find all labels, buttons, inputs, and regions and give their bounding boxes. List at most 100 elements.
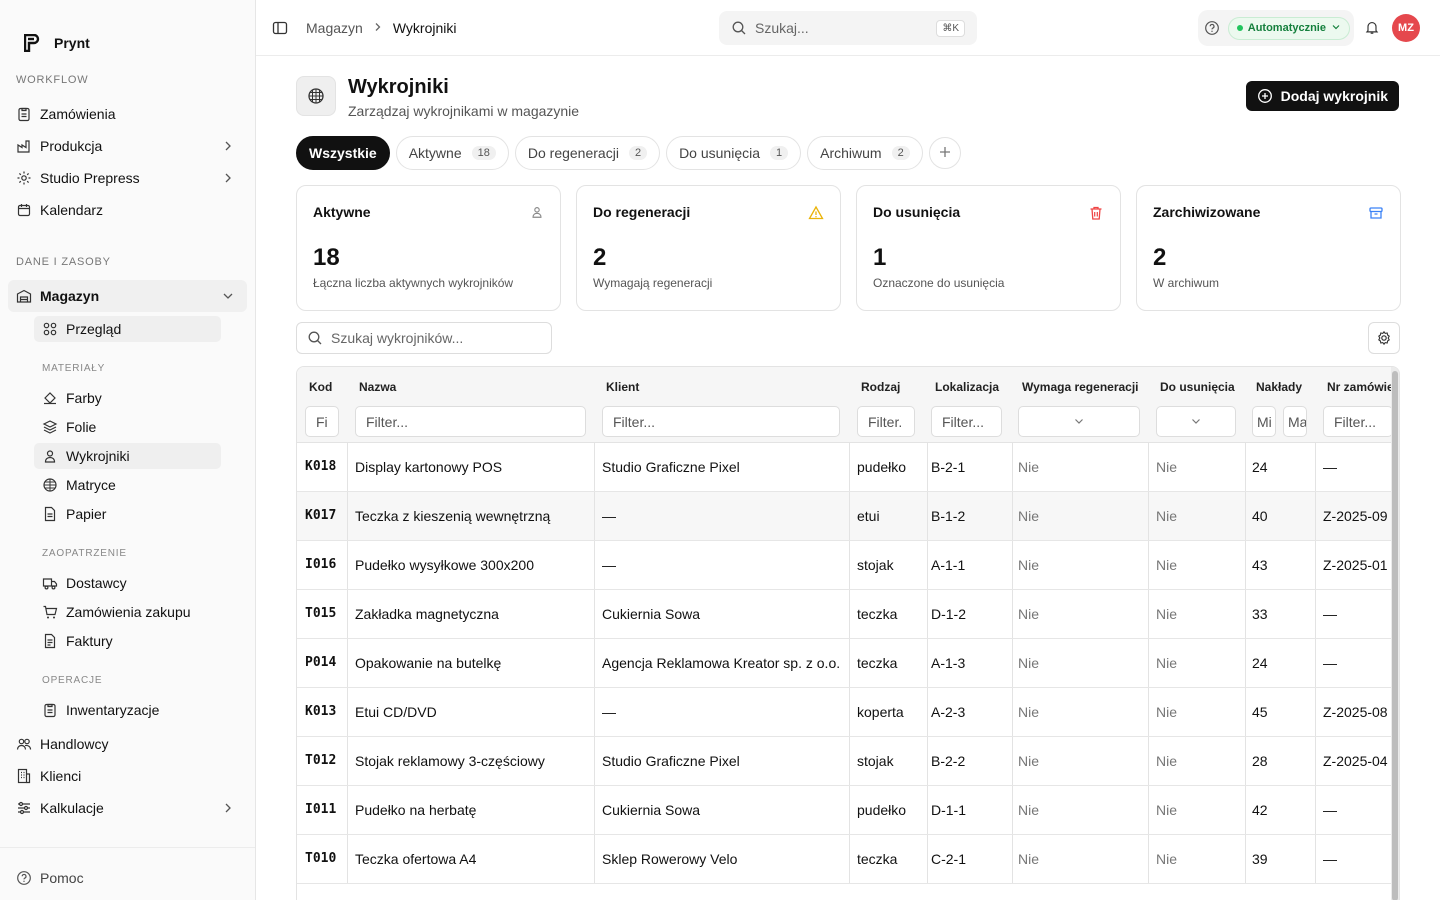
sidebar-item-produkcja[interactable]: Produkcja <box>0 130 255 162</box>
stat-card-do-regeneracji[interactable]: Do regeneracji 2 Wymagają regeneracji <box>576 185 841 311</box>
filter-nazwa[interactable]: Filter... <box>355 406 586 437</box>
breadcrumb-current: Wykrojniki <box>392 19 457 36</box>
sidebar-item-faktury[interactable]: Faktury <box>34 628 221 654</box>
column-divider <box>1245 541 1246 589</box>
table-row[interactable]: T015 Zakładka magnetyczna Cukiernia Sowa te… <box>297 590 1399 639</box>
col-naklady[interactable]: Nakłady <box>1256 380 1302 394</box>
sidebar-item-label: Wykrojniki <box>66 448 130 464</box>
table-row[interactable]: I016 Pudełko wysyłkowe 300x200 — stojak A-1-… <box>297 541 1399 590</box>
filter-naklady-max[interactable]: Ma <box>1283 406 1307 437</box>
table-search-input[interactable]: Szukaj wykrojników... <box>296 322 552 354</box>
filter-kod[interactable]: Fi <box>305 406 339 437</box>
sidebar-item-kalkulacje[interactable]: Kalkulacje <box>0 792 255 824</box>
sidebar-item-papier[interactable]: Papier <box>34 501 221 527</box>
tab-do-regeneracji[interactable]: Do regeneracji 2 <box>514 136 661 170</box>
cell-rodzaj: teczka <box>857 655 898 671</box>
main-content: Magazyn Wykrojniki Szukaj... ⌘K Automaty… <box>256 0 1440 900</box>
col-lokalizacja[interactable]: Lokalizacja <box>935 380 999 394</box>
sidebar-item-label: Zamówienia zakupu <box>66 604 191 620</box>
clipboard-icon <box>16 106 32 122</box>
table-settings-button[interactable] <box>1368 322 1400 354</box>
col-rodzaj[interactable]: Rodzaj <box>861 380 900 394</box>
table-row[interactable]: I011 Pudełko na herbatę Cukiernia Sowa pude… <box>297 786 1399 835</box>
tab-do-usuniecia[interactable]: Do usunięcia 1 <box>666 136 802 170</box>
add-wykrojnik-button[interactable]: Dodaj wykrojnik <box>1245 81 1399 111</box>
sidebar-item-matryce[interactable]: Matryce <box>34 472 221 498</box>
card-desc: W archiwum <box>1153 276 1220 290</box>
cell-usun: Nie <box>1156 557 1178 573</box>
cell-regen: Nie <box>1018 655 1040 671</box>
table-scrollbar[interactable] <box>1391 367 1399 900</box>
search-placeholder: Szukaj... <box>755 20 809 36</box>
filter-lokalizacja[interactable]: Filter... <box>931 406 1002 437</box>
bell-icon[interactable] <box>1364 19 1382 37</box>
page-title: Wykrojniki <box>348 76 449 98</box>
add-button-label: Dodaj wykrojnik <box>1280 88 1388 104</box>
card-title: Do usunięcia <box>873 204 961 220</box>
breadcrumb-magazyn[interactable]: Magazyn <box>306 20 363 36</box>
col-wymaga-regeneracji[interactable]: Wymaga regeneracji <box>1022 380 1139 394</box>
help-circle-icon <box>16 870 32 886</box>
scrollbar-thumb[interactable] <box>1392 371 1398 900</box>
tab-wszystkie[interactable]: Wszystkie <box>296 136 390 170</box>
brand[interactable]: Prynt <box>0 0 255 64</box>
avatar[interactable]: MZ <box>1392 14 1420 42</box>
filter-rodzaj[interactable]: Filter. <box>857 406 915 437</box>
sidebar-item-kalendarz[interactable]: Kalendarz <box>0 194 255 226</box>
column-divider <box>594 639 595 687</box>
sidebar-toggle-icon[interactable] <box>272 20 288 36</box>
sidebar-item-klienci[interactable]: Klienci <box>0 760 255 792</box>
card-value: 18 <box>313 244 340 271</box>
cell-usun: Nie <box>1156 851 1178 867</box>
sidebar-item-handlowcy[interactable]: Handlowcy <box>0 728 255 760</box>
sidebar-item-zamowienia[interactable]: Zamówienia <box>0 98 255 130</box>
add-tab-button[interactable] <box>928 137 961 169</box>
sidebar-item-zamowienia-zakupu[interactable]: Zamówienia zakupu <box>34 599 221 625</box>
sidebar-item-dostawcy[interactable]: Dostawcy <box>34 570 221 596</box>
stat-card-zarchiwizowane[interactable]: Zarchiwizowane 2 W archiwum <box>1136 185 1401 311</box>
grid-3x3-icon <box>296 76 336 116</box>
col-klient[interactable]: Klient <box>606 380 639 394</box>
cell-nazwa: Teczka ofertowa A4 <box>355 851 477 867</box>
cell-regen: Nie <box>1018 459 1040 475</box>
sidebar-item-wykrojniki[interactable]: Wykrojniki <box>34 443 221 469</box>
table-row[interactable]: P014 Opakowanie na butelkę Agencja Reklamo… <box>297 639 1399 688</box>
filter-nr[interactable]: Filter... <box>1323 406 1393 437</box>
stat-card-aktywne[interactable]: Aktywne 18 Łączna liczba aktywnych wykro… <box>296 185 561 311</box>
tab-archiwum[interactable]: Archiwum 2 <box>807 136 923 170</box>
column-divider <box>1148 688 1149 736</box>
tab-label: Do usunięcia <box>679 145 760 161</box>
col-nazwa[interactable]: Nazwa <box>359 380 396 394</box>
stat-card-do-usuniecia[interactable]: Do usunięcia 1 Oznaczone do usunięcia <box>856 185 1121 311</box>
tab-aktywne[interactable]: Aktywne 18 <box>395 136 509 170</box>
help-link[interactable]: Pomoc <box>16 870 84 886</box>
sidebar-item-przeglad[interactable]: Przegląd <box>34 316 221 342</box>
sidebar-item-studio-prepress[interactable]: Studio Prepress <box>0 162 255 194</box>
global-search[interactable]: Szukaj... ⌘K <box>719 11 977 45</box>
sidebar-item-inwentaryzacje[interactable]: Inwentaryzacje <box>34 697 221 723</box>
table-row[interactable]: K017 Teczka z kieszenią wewnętrzną — etui B-… <box>297 492 1399 541</box>
column-divider <box>1315 835 1316 883</box>
table-row[interactable]: K013 Etui CD/DVD — koperta A-2-3 Nie Nie 45 Z-20… <box>297 688 1399 737</box>
filter-klient[interactable]: Filter... <box>602 406 840 437</box>
column-divider <box>1315 737 1316 785</box>
filter-usun-dropdown[interactable] <box>1156 406 1236 437</box>
sidebar-item-label: Kalkulacje <box>40 800 104 816</box>
col-do-usuniecia[interactable]: Do usunięcia <box>1160 380 1235 394</box>
sidebar-item-farby[interactable]: Farby <box>34 385 221 411</box>
help-circle-icon[interactable] <box>1204 20 1220 36</box>
table-row[interactable]: K018 Display kartonowy POS Studio Graficzn… <box>297 443 1399 492</box>
table-row[interactable]: T010 Teczka ofertowa A4 Sklep Rowerowy Vel… <box>297 835 1399 884</box>
filter-naklady-min[interactable]: Mi <box>1252 406 1276 437</box>
filter-regen-dropdown[interactable] <box>1018 406 1140 437</box>
col-kod[interactable]: Kod <box>309 380 332 394</box>
card-desc: Łączna liczba aktywnych wykrojników <box>313 276 514 290</box>
column-divider <box>1148 443 1149 491</box>
column-divider <box>347 541 348 589</box>
cart-icon <box>42 604 58 620</box>
table-row[interactable]: T012 Stojak reklamowy 3-częściowy Studio G… <box>297 737 1399 786</box>
mode-dropdown[interactable]: Automatycznie <box>1227 16 1350 40</box>
sidebar-item-folie[interactable]: Folie <box>34 414 221 440</box>
col-nr-zamowienia[interactable]: Nr zamówie <box>1327 380 1397 394</box>
sidebar-item-magazyn[interactable]: Magazyn <box>8 280 247 312</box>
